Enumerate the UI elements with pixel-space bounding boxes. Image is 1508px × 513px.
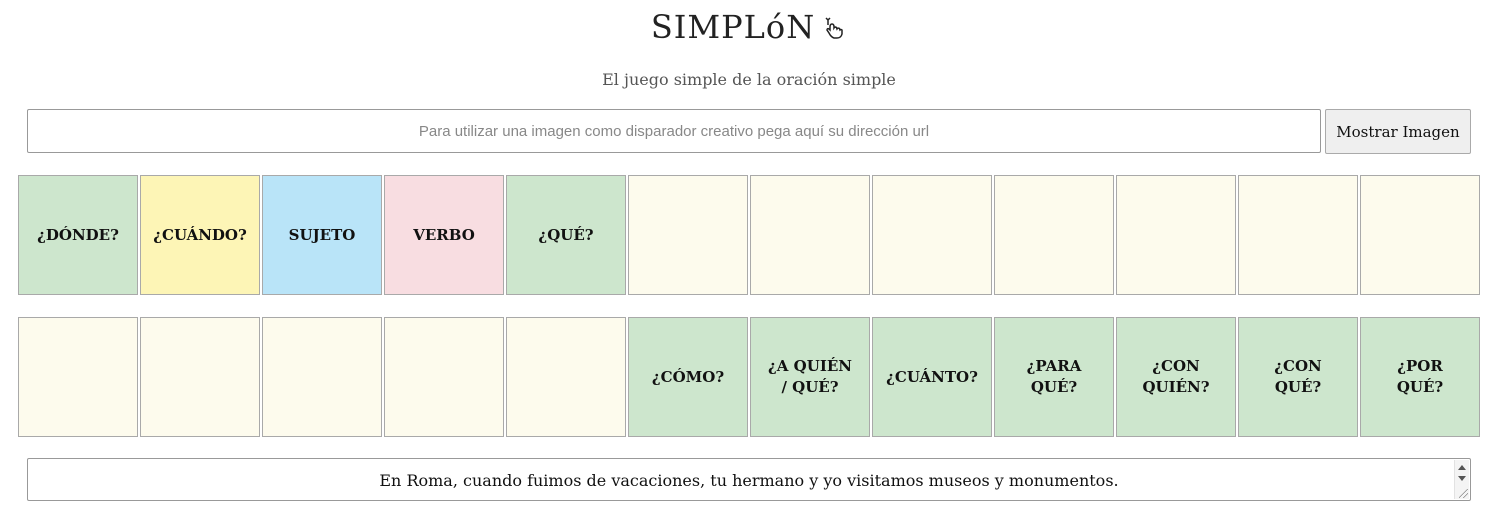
cell-label: ¿QUÉ? bbox=[538, 225, 594, 244]
category-cell[interactable]: ¿QUÉ? bbox=[506, 175, 626, 295]
resize-handle-icon[interactable] bbox=[1459, 489, 1468, 498]
category-cell[interactable]: ¿CON QUIÉN? bbox=[1116, 317, 1236, 437]
show-image-button[interactable]: Mostrar Imagen bbox=[1325, 109, 1471, 154]
cell-label: ¿CUÁNTO? bbox=[886, 367, 978, 386]
empty-cell[interactable] bbox=[18, 317, 138, 437]
category-cell[interactable]: ¿DÓNDE? bbox=[18, 175, 138, 295]
category-cell[interactable]: ¿PARA QUÉ? bbox=[994, 317, 1114, 437]
title-text: SIMPLóN bbox=[650, 8, 816, 46]
cell-label: SUJETO bbox=[288, 225, 356, 244]
empty-cell[interactable] bbox=[750, 175, 870, 295]
sentence-cell-row-top: ¿DÓNDE? ¿CUÁNDO? SUJETO VERBO ¿QUÉ? bbox=[18, 175, 1482, 295]
sentence-textarea[interactable]: En Roma, cuando fuimos de vacaciones, tu… bbox=[27, 458, 1471, 501]
empty-cell[interactable] bbox=[1116, 175, 1236, 295]
page-subtitle: El juego simple de la oración simple bbox=[602, 70, 896, 89]
cell-label: ¿A QUIÉN / QUÉ? bbox=[768, 357, 852, 396]
category-cell[interactable]: ¿A QUIÉN / QUÉ? bbox=[750, 317, 870, 437]
scroll-down-arrow-icon[interactable] bbox=[1458, 476, 1466, 481]
sentence-text: En Roma, cuando fuimos de vacaciones, tu… bbox=[379, 471, 1119, 490]
category-cell[interactable]: ¿POR QUÉ? bbox=[1360, 317, 1480, 437]
empty-cell[interactable] bbox=[506, 317, 626, 437]
cell-label: ¿CON QUÉ? bbox=[1274, 357, 1322, 396]
cell-label: ¿CON QUIÉN? bbox=[1142, 357, 1210, 396]
cell-label: VERBO bbox=[413, 225, 475, 244]
category-cell[interactable]: VERBO bbox=[384, 175, 504, 295]
category-cell[interactable]: ¿CUÁNTO? bbox=[872, 317, 992, 437]
category-cell[interactable]: SUJETO bbox=[262, 175, 382, 295]
sentence-cell-row-bottom: ¿CÓMO? ¿A QUIÉN / QUÉ? ¿CUÁNTO? ¿PARA QUÉ? ¿… bbox=[18, 317, 1482, 437]
empty-cell[interactable] bbox=[384, 317, 504, 437]
cell-label: ¿POR QUÉ? bbox=[1396, 357, 1444, 396]
category-cell[interactable]: ¿CÓMO? bbox=[628, 317, 748, 437]
cell-label: ¿DÓNDE? bbox=[37, 225, 119, 244]
empty-cell[interactable] bbox=[872, 175, 992, 295]
empty-cell[interactable] bbox=[1360, 175, 1480, 295]
empty-cell[interactable] bbox=[628, 175, 748, 295]
empty-cell[interactable] bbox=[994, 175, 1114, 295]
empty-cell[interactable] bbox=[140, 317, 260, 437]
scroll-up-arrow-icon[interactable] bbox=[1458, 465, 1466, 470]
image-url-input[interactable] bbox=[27, 109, 1321, 153]
category-cell[interactable]: ¿CON QUÉ? bbox=[1238, 317, 1358, 437]
hand-pointer-icon bbox=[821, 11, 847, 49]
cell-label: ¿PARA QUÉ? bbox=[1026, 357, 1082, 396]
empty-cell[interactable] bbox=[1238, 175, 1358, 295]
empty-cell[interactable] bbox=[262, 317, 382, 437]
cell-label: ¿CÓMO? bbox=[651, 367, 725, 386]
cell-label: ¿CUÁNDO? bbox=[153, 225, 247, 244]
category-cell[interactable]: ¿CUÁNDO? bbox=[140, 175, 260, 295]
page-title: SIMPLóN bbox=[0, 8, 1498, 49]
